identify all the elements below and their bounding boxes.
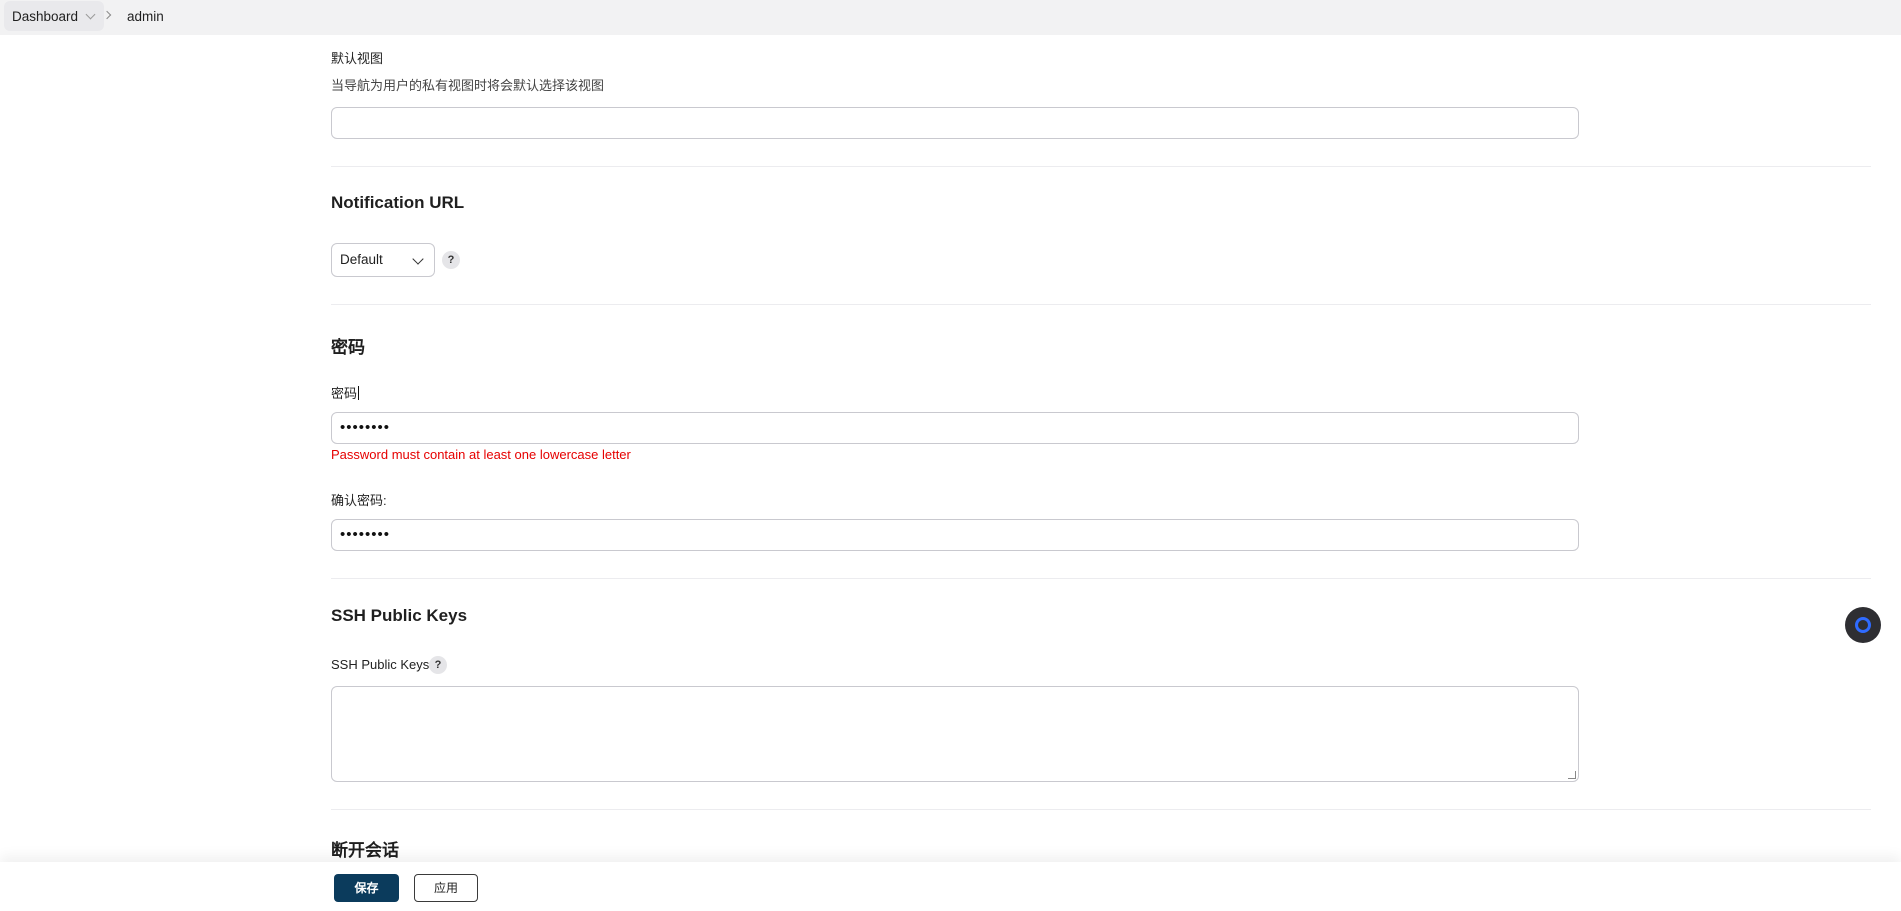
notification-url-select-value: Default xyxy=(340,252,383,267)
section-divider xyxy=(331,578,1871,579)
ring-icon xyxy=(1855,617,1871,633)
confirm-password-input[interactable]: •••••••• xyxy=(331,519,1579,551)
breadcrumb-admin-label: admin xyxy=(127,8,164,24)
ssh-keys-section-title: SSH Public Keys xyxy=(331,606,468,625)
ssh-keys-textarea[interactable] xyxy=(331,686,1579,782)
save-button[interactable]: 保存 xyxy=(334,874,399,902)
default-view-label: 默认视图 xyxy=(331,51,384,66)
breadcrumb-dashboard[interactable]: Dashboard xyxy=(4,1,105,31)
top-breadcrumb-bar: Dashboard admin xyxy=(0,0,1901,35)
notification-url-help-icon[interactable]: ? xyxy=(442,251,460,269)
resize-handle-icon[interactable] xyxy=(1568,771,1576,779)
ssh-keys-label: SSH Public Keys xyxy=(331,657,430,672)
chevron-down-icon[interactable] xyxy=(85,9,96,19)
section-divider xyxy=(331,809,1871,810)
default-view-description: 当导航为用户的私有视图时将会默认选择该视图 xyxy=(331,78,605,93)
session-section-title: 断开会话 xyxy=(331,841,399,860)
notification-url-select[interactable]: Default xyxy=(331,243,435,277)
form-action-bar: 保存 应用 xyxy=(0,862,1901,911)
breadcrumb-admin[interactable]: admin xyxy=(127,0,164,32)
ssh-keys-help-icon[interactable]: ? xyxy=(429,656,447,674)
password-error-message: Password must contain at least one lower… xyxy=(331,447,631,462)
apply-button[interactable]: 应用 xyxy=(414,874,478,902)
section-divider xyxy=(331,166,1871,167)
password-label: 密码 xyxy=(331,386,360,401)
section-divider xyxy=(331,304,1871,305)
notification-url-title: Notification URL xyxy=(331,193,465,212)
chevron-right-icon xyxy=(102,10,112,20)
breadcrumb-dashboard-label: Dashboard xyxy=(12,8,79,24)
password-input[interactable]: •••••••• xyxy=(331,412,1579,444)
default-view-input[interactable] xyxy=(331,107,1579,139)
password-section-title: 密码 xyxy=(331,338,365,357)
confirm-password-label: 确认密码: xyxy=(331,493,387,508)
floating-action-button[interactable] xyxy=(1845,607,1881,643)
chevron-down-icon xyxy=(412,253,424,265)
